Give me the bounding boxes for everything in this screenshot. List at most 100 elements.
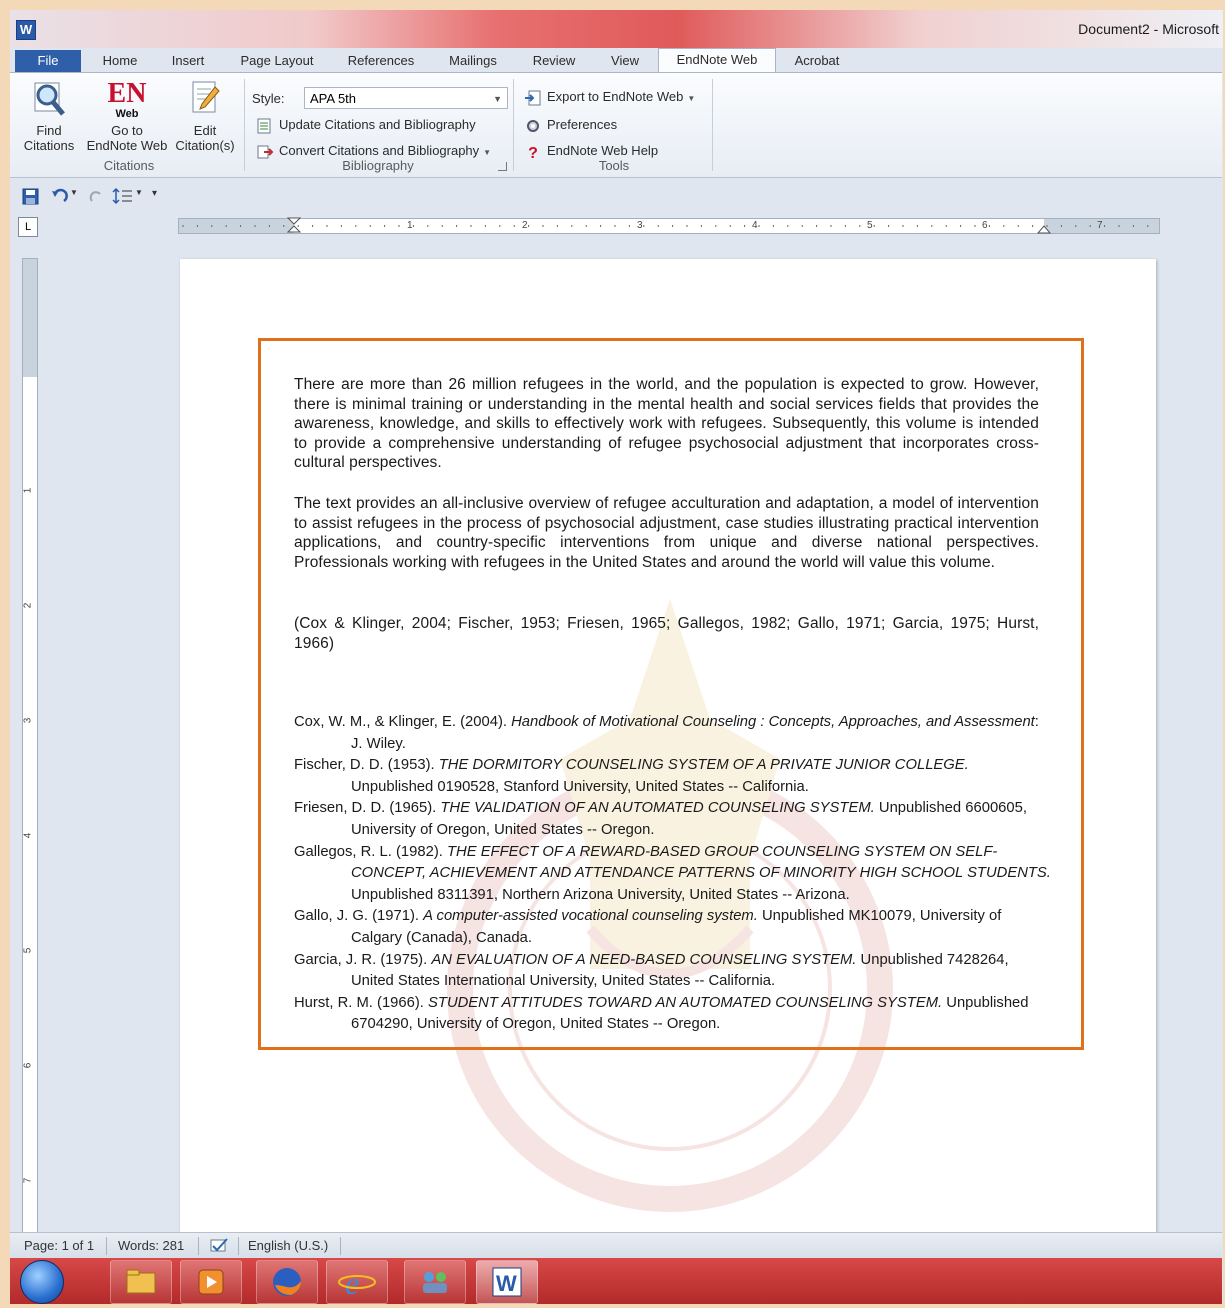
- ruler-number: 5: [867, 220, 873, 231]
- ruler-number: 3: [22, 717, 34, 724]
- edit-citations-button[interactable]: Edit Citation(s): [170, 79, 240, 153]
- reference-title: STUDENT ATTITUDES TOWARD AN AUTOMATED CO…: [428, 994, 943, 1011]
- firefox-icon[interactable]: [256, 1260, 318, 1304]
- reference-authors: Garcia, J. R. (1975).: [294, 951, 432, 968]
- reference-entry: Friesen, D. D. (1965). THE VALIDATION OF…: [294, 798, 1054, 841]
- ruler-ticks: [182, 225, 1149, 227]
- style-dropdown[interactable]: APA 5th ▼: [304, 87, 508, 109]
- tab-mailings[interactable]: Mailings: [440, 50, 506, 72]
- status-separator: [340, 1237, 341, 1255]
- find-citations-button[interactable]: Find Citations: [16, 79, 82, 153]
- vertical-ruler[interactable]: 1 2 3 4 5 6 7: [22, 258, 38, 1235]
- ruler-number: 3: [637, 220, 643, 231]
- reference-entry: Hurst, R. M. (1966). STUDENT ATTITUDES T…: [294, 993, 1054, 1036]
- document-page[interactable]: There are more than 26 million refugees …: [180, 259, 1156, 1239]
- preferences-gear-icon: [524, 118, 542, 134]
- ruler-number: 4: [22, 832, 34, 839]
- dialog-launcher-icon[interactable]: [498, 162, 507, 171]
- help-label: EndNote Web Help: [547, 143, 659, 158]
- tab-page-layout[interactable]: Page Layout: [232, 50, 322, 72]
- language-indicator[interactable]: English (U.S.): [248, 1233, 328, 1259]
- reference-title: A computer-assisted vocational counselin…: [423, 908, 758, 925]
- ruler-number: 2: [22, 602, 34, 609]
- tab-file[interactable]: File: [15, 50, 81, 72]
- reference-entry: Fischer, D. D. (1953). THE DORMITORY COU…: [294, 755, 1054, 798]
- undo-icon[interactable]: [50, 188, 68, 206]
- line-spacing-icon[interactable]: [112, 187, 134, 205]
- word-count[interactable]: Words: 281: [118, 1233, 184, 1259]
- goto-endnote-web-button[interactable]: EN Web Go to EndNote Web: [84, 79, 170, 154]
- ribbon: Find Citations EN Web Go to EndNote Web …: [10, 72, 1222, 178]
- tab-references[interactable]: References: [338, 50, 424, 72]
- line-spacing-dropdown-icon[interactable]: ▼: [135, 188, 143, 197]
- update-bibliography-icon: [256, 118, 274, 134]
- chevron-down-icon: ▼: [687, 94, 696, 103]
- bibliography-group-label: Bibliography: [342, 158, 414, 173]
- ribbon-tabs: File Home Insert Page Layout References …: [10, 48, 1223, 73]
- reference-title: THE DORMITORY COUNSELING SYSTEM OF A PRI…: [438, 757, 969, 774]
- group-separator: [244, 79, 245, 171]
- citation-list: (Cox & Klinger, 2004; Fischer, 1953; Fri…: [294, 615, 1039, 652]
- ruler-number: 2: [522, 220, 528, 231]
- endnote-web-logo-icon: EN Web: [107, 79, 147, 120]
- window-title: Document2 - Microsoft: [1078, 21, 1219, 37]
- right-indent-marker-icon[interactable]: [1037, 221, 1051, 235]
- reference-entry: Gallo, J. G. (1971). A computer-assisted…: [294, 906, 1054, 949]
- tools-group-label: Tools: [598, 158, 630, 173]
- style-label: Style:: [252, 91, 285, 106]
- citations-group-label: Citations: [103, 158, 155, 173]
- undo-dropdown-icon[interactable]: ▼: [70, 188, 78, 197]
- reference-details: Unpublished 8311391, Northern Arizona Un…: [351, 886, 850, 903]
- update-citations-button[interactable]: Update Citations and Bibliography: [256, 115, 476, 135]
- ruler-number: 6: [22, 1062, 34, 1069]
- chevron-down-icon: ▼: [493, 94, 502, 104]
- reference-authors: Gallo, J. G. (1971).: [294, 908, 424, 925]
- internet-explorer-icon[interactable]: e: [326, 1260, 388, 1304]
- edit-pencil-icon: [185, 79, 225, 119]
- tab-home[interactable]: Home: [92, 50, 148, 72]
- tab-endnote-web[interactable]: EndNote Web: [658, 48, 776, 73]
- proofing-check-icon[interactable]: [208, 1237, 230, 1255]
- style-value: APA 5th: [310, 91, 357, 106]
- tab-insert[interactable]: Insert: [160, 50, 216, 72]
- media-player-icon[interactable]: [180, 1260, 242, 1304]
- reference-entry: Garcia, J. R. (1975). AN EVALUATION OF A…: [294, 950, 1054, 993]
- tab-acrobat[interactable]: Acrobat: [782, 50, 852, 72]
- save-icon[interactable]: [22, 188, 40, 206]
- status-separator: [106, 1237, 107, 1255]
- export-label: Export to EndNote Web: [547, 89, 684, 104]
- network-icon[interactable]: [404, 1260, 466, 1304]
- update-citations-label: Update Citations and Bibliography: [279, 117, 476, 132]
- ruler-number: 4: [752, 220, 758, 231]
- redo-icon[interactable]: [88, 188, 104, 206]
- preferences-button[interactable]: Preferences: [524, 115, 617, 135]
- export-endnote-web-button[interactable]: Export to EndNote Web ▼: [524, 87, 695, 107]
- goto-endnote-web-label: Go to EndNote Web: [86, 123, 168, 153]
- tab-selector[interactable]: L: [18, 217, 38, 237]
- svg-text:W: W: [496, 1271, 517, 1296]
- preferences-label: Preferences: [547, 117, 618, 132]
- ruler-number: 7: [1097, 220, 1103, 231]
- horizontal-ruler[interactable]: 1 2 3 4 5 6 7: [178, 217, 1160, 235]
- bibliography: Cox, W. M., & Klinger, E. (2004). Handbo…: [294, 712, 1054, 1036]
- indent-marker-icon[interactable]: [287, 217, 301, 235]
- svg-text:e: e: [345, 1265, 359, 1301]
- page-count[interactable]: Page: 1 of 1: [24, 1233, 94, 1259]
- explorer-icon[interactable]: [110, 1260, 172, 1304]
- reference-authors: Friesen, D. D. (1965).: [294, 800, 441, 817]
- customize-toolbar-icon[interactable]: ▾: [152, 188, 157, 199]
- body-paragraph-2: The text provides an all-inclusive overv…: [294, 495, 1039, 571]
- status-bar: Page: 1 of 1 Words: 281 English (U.S.): [10, 1232, 1222, 1259]
- reference-authors: Cox, W. M., & Klinger, E. (2004).: [294, 714, 512, 730]
- document-area: There are more than 26 million refugees …: [42, 242, 1222, 1239]
- group-separator: [513, 79, 514, 171]
- word-logo-icon[interactable]: W: [16, 20, 36, 40]
- word-icon[interactable]: W: [476, 1260, 538, 1304]
- ruler-number: 1: [22, 487, 34, 494]
- start-orb-icon[interactable]: [20, 1260, 64, 1304]
- magnifier-icon: [29, 79, 69, 119]
- tab-view[interactable]: View: [600, 50, 650, 72]
- reference-entry: Cox, W. M., & Klinger, E. (2004). Handbo…: [294, 712, 1054, 755]
- endnote-logo-sub: Web: [115, 108, 139, 120]
- tab-review[interactable]: Review: [524, 50, 584, 72]
